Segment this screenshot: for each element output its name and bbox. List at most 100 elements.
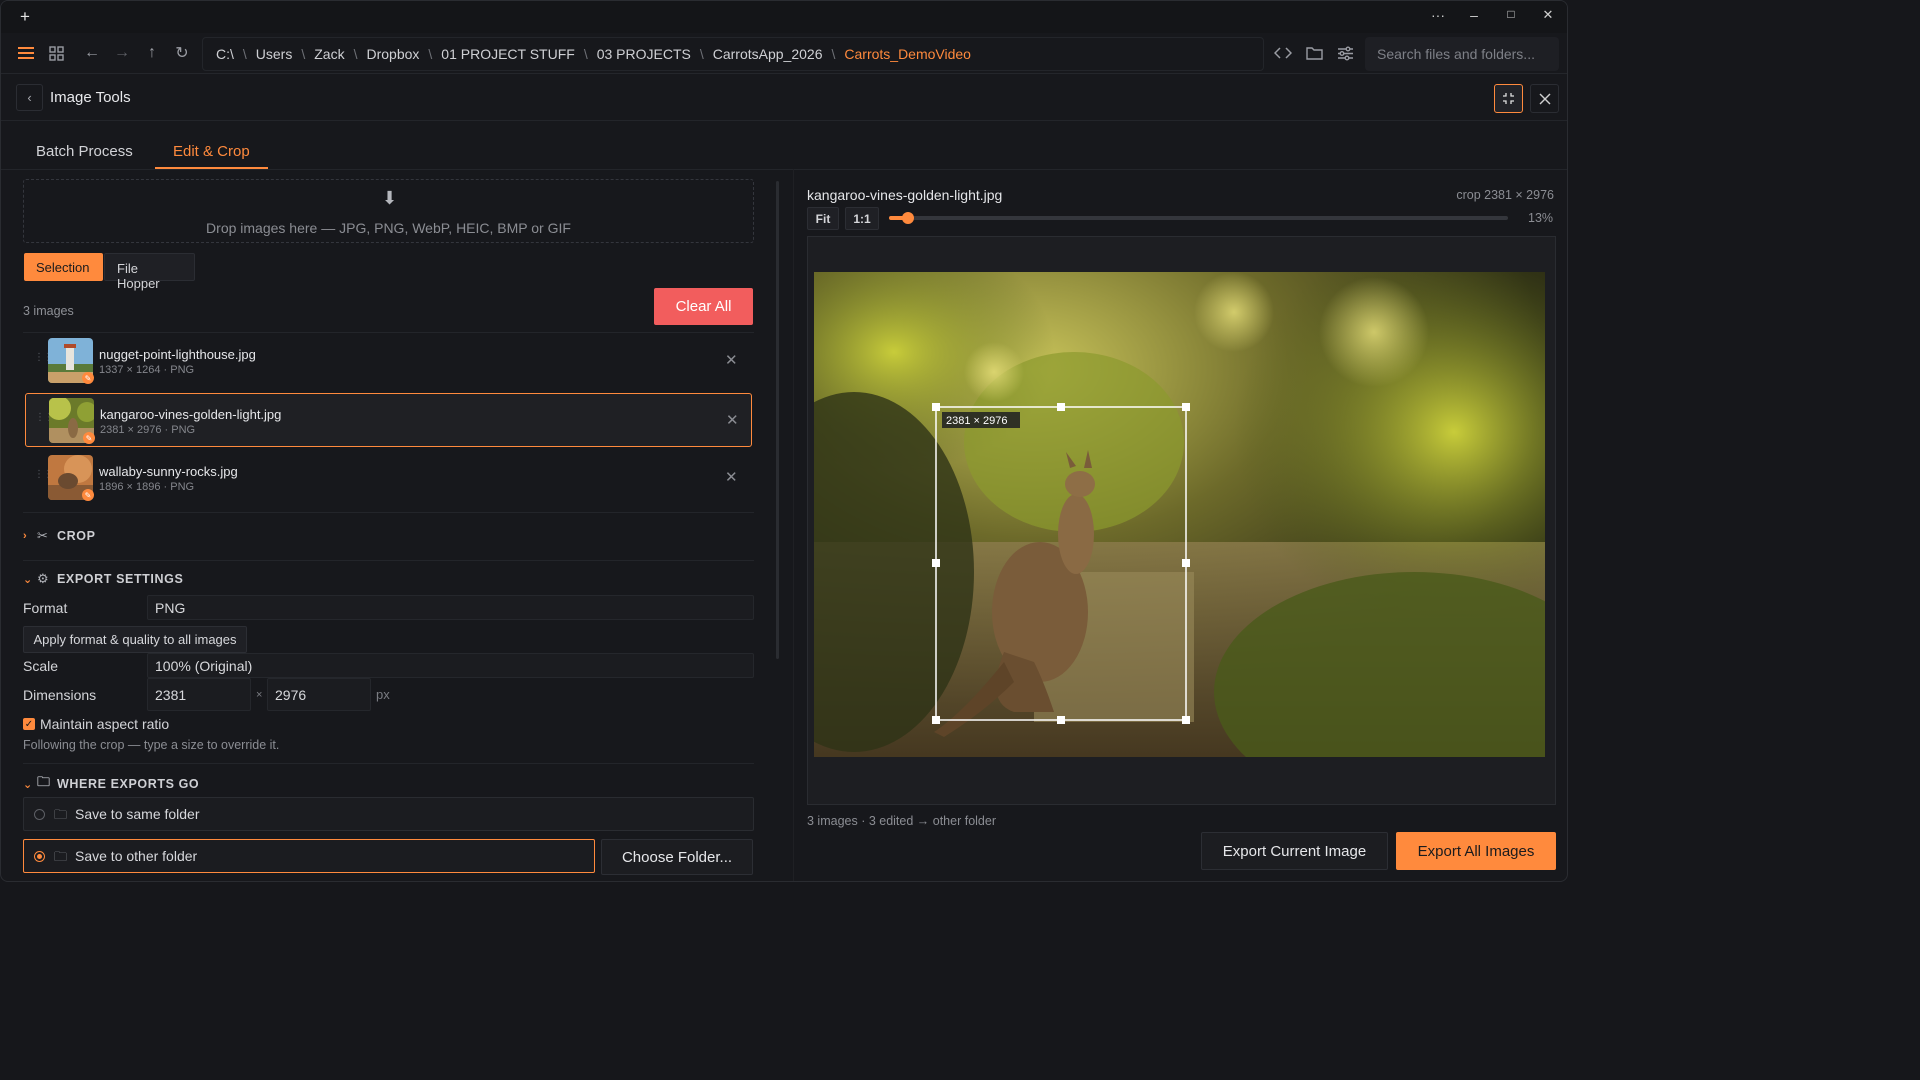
preview-canvas[interactable]: 2381 × 2976 <box>807 236 1556 805</box>
times-symbol: × <box>256 689 263 701</box>
unit-label: px <box>376 687 390 702</box>
panel-back-button[interactable]: ‹ <box>16 84 43 111</box>
preview-image: 2381 × 2976 <box>814 272 1545 757</box>
radio-other-folder-label: Save to other folder <box>75 848 198 864</box>
zoom-fit-button[interactable]: Fit <box>807 207 839 230</box>
preview-footer-info: 3 images · 3 edited → other folder <box>807 814 996 828</box>
tabs-divider <box>1 169 1567 170</box>
aspect-ratio-checkbox[interactable]: ✓ <box>23 718 35 730</box>
collapse-icon <box>1503 93 1514 104</box>
remove-file-icon[interactable]: ✕ <box>726 411 739 429</box>
crop-hint-text: Following the crop — type a size to over… <box>23 738 280 752</box>
breadcrumb-projects[interactable]: 03 PROJECTS <box>597 46 691 62</box>
tab-batch-process[interactable]: Batch Process <box>36 143 133 160</box>
image-count: 3 images <box>23 304 74 318</box>
export-current-button[interactable]: Export Current Image <box>1201 832 1388 870</box>
folder-icon: 🗀 <box>54 849 68 864</box>
title-bar: + ··· – □ ✕ <box>1 1 1567 33</box>
width-input[interactable]: 2381 <box>147 678 251 711</box>
remove-file-icon[interactable]: ✕ <box>725 351 738 369</box>
forward-arrow-icon[interactable]: → <box>111 42 133 64</box>
file-row-selected[interactable]: ⋮⋮ ✎ kangaroo-vines-golden-light.jpg 238… <box>25 393 752 447</box>
file-meta: 1896 × 1896 · PNG <box>99 481 195 493</box>
zoom-slider[interactable] <box>889 212 1508 224</box>
app-window: + ··· – □ ✕ ← → ↑ ↻ C:\ \ Users \ Zack \… <box>0 0 1568 882</box>
breadcrumb-zack[interactable]: Zack <box>314 46 344 62</box>
section-crop-header[interactable]: › ✂ CROP <box>23 528 96 544</box>
breadcrumb-separator: \ <box>353 46 358 62</box>
more-menu-button[interactable]: ··· <box>1424 7 1452 27</box>
code-icon[interactable] <box>1272 42 1294 64</box>
zoom-1-1-button[interactable]: 1:1 <box>845 207 879 230</box>
export-all-button[interactable]: Export All Images <box>1396 832 1556 870</box>
close-window-button[interactable]: ✕ <box>1534 7 1562 27</box>
edited-badge-icon: ✎ <box>82 372 94 384</box>
new-tab-button[interactable]: + <box>20 7 30 27</box>
breadcrumb-users[interactable]: Users <box>256 46 293 62</box>
section-where-title: WHERE EXPORTS GO <box>57 777 200 791</box>
tab-edit-crop[interactable]: Edit & Crop <box>173 143 250 160</box>
folder-icon: 🗀 <box>54 807 68 822</box>
format-select[interactable]: PNG <box>147 595 754 620</box>
radio-button[interactable] <box>34 809 45 820</box>
back-arrow-icon[interactable]: ← <box>81 42 103 64</box>
edited-badge-icon: ✎ <box>82 489 94 501</box>
drop-zone[interactable]: ⬇ Drop images here — JPG, PNG, WebP, HEI… <box>23 179 754 243</box>
segment-file-hopper[interactable]: File Hopper <box>104 253 195 291</box>
refresh-icon[interactable]: ↻ <box>171 42 193 64</box>
radio-other-folder[interactable]: 🗀 Save to other folder <box>23 839 595 873</box>
breadcrumb-dropbox[interactable]: Dropbox <box>366 46 419 62</box>
height-input[interactable]: 2976 <box>267 678 371 711</box>
section-where-header[interactable]: ⌄ 🗀 WHERE EXPORTS GO <box>23 773 199 795</box>
clear-all-button[interactable]: Clear All <box>654 288 753 325</box>
divider <box>23 332 754 333</box>
search-input[interactable]: Search files and folders... <box>1365 37 1559 71</box>
breadcrumb-project-stuff[interactable]: 01 PROJECT STUFF <box>441 46 575 62</box>
breadcrumb-separator: \ <box>583 46 588 62</box>
close-panel-button[interactable] <box>1530 84 1559 113</box>
zoom-slider-handle[interactable] <box>901 212 914 224</box>
panel-header: ‹ Image Tools <box>1 75 1567 121</box>
segment-selection[interactable]: Selection <box>24 253 103 281</box>
panel-scrollbar[interactable] <box>776 181 779 659</box>
collapse-panel-button[interactable] <box>1494 84 1523 113</box>
folder-icon[interactable] <box>1303 42 1325 64</box>
apply-all-button[interactable]: Apply format & quality to all images <box>23 626 247 653</box>
crop-size-label: 2381 × 2976 <box>946 415 1007 427</box>
scale-select[interactable]: 100% (Original) <box>147 653 754 678</box>
menu-icon[interactable] <box>15 42 37 64</box>
breadcrumb-separator: \ <box>242 46 247 62</box>
dimensions-label: Dimensions <box>23 687 97 703</box>
file-meta: 2381 × 2976 · PNG <box>100 424 196 436</box>
section-export-header[interactable]: ⌄ ⚙ EXPORT SETTINGS <box>23 571 183 587</box>
radio-same-folder-label: Save to same folder <box>75 806 200 822</box>
chevron-right-icon: › <box>23 530 28 542</box>
aspect-ratio-label[interactable]: Maintain aspect ratio <box>40 716 169 732</box>
grid-view-icon[interactable] <box>45 42 67 64</box>
scissors-icon: ✂ <box>37 528 49 543</box>
edited-badge-icon: ✎ <box>83 432 95 444</box>
breadcrumb-drive[interactable]: C:\ <box>216 46 234 62</box>
settings-sliders-icon[interactable] <box>1334 42 1356 64</box>
radio-button-selected[interactable] <box>34 851 45 862</box>
file-row[interactable]: ⋮⋮ ✎ nugget-point-lighthouse.jpg 1337 × … <box>25 334 752 388</box>
breadcrumb-current-folder[interactable]: Carrots_DemoVideo <box>844 46 971 62</box>
zoom-percent: 13% <box>1528 211 1554 225</box>
file-row[interactable]: ⋮⋮ ✎ wallaby-sunny-rocks.jpg 1896 × 1896… <box>25 451 752 505</box>
remove-file-icon[interactable]: ✕ <box>725 468 738 486</box>
divider <box>23 560 754 561</box>
panel-divider <box>793 169 794 881</box>
breadcrumb-separator: \ <box>428 46 433 62</box>
chevron-down-icon: ⌄ <box>23 573 33 586</box>
up-arrow-icon[interactable]: ↑ <box>141 42 163 64</box>
file-meta: 1337 × 1264 · PNG <box>99 364 195 376</box>
choose-folder-button[interactable]: Choose Folder... <box>601 839 753 875</box>
maximize-button[interactable]: □ <box>1497 7 1525 27</box>
breadcrumb-separator: \ <box>699 46 704 62</box>
chevron-down-icon: ⌄ <box>23 778 33 791</box>
file-name: wallaby-sunny-rocks.jpg <box>99 464 238 479</box>
radio-same-folder[interactable]: 🗀 Save to same folder <box>23 797 754 831</box>
minimize-button[interactable]: – <box>1460 7 1488 27</box>
breadcrumb-carrotsapp[interactable]: CarrotsApp_2026 <box>713 46 823 62</box>
panel-title: Image Tools <box>50 89 131 106</box>
